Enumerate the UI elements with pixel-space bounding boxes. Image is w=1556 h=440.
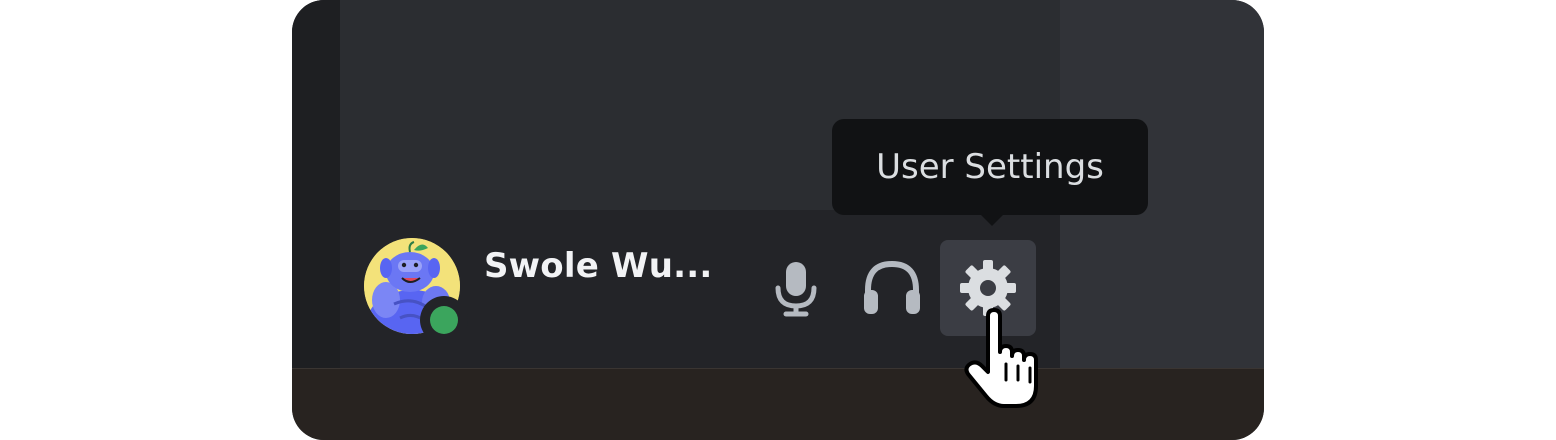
server-rail xyxy=(292,0,340,368)
tooltip-text: User Settings xyxy=(876,147,1104,187)
hand-pointer-cursor-icon xyxy=(960,308,1044,412)
mute-button[interactable] xyxy=(748,240,844,336)
deafen-button[interactable] xyxy=(844,240,940,336)
app-window: Swole Wu... User Settings xyxy=(292,0,1264,440)
online-status-icon xyxy=(430,306,458,334)
username[interactable]: Swole Wu... xyxy=(484,246,712,286)
headphones-icon xyxy=(864,260,920,314)
microphone-icon xyxy=(775,262,817,317)
settings-tooltip: User Settings xyxy=(832,119,1148,215)
tooltip-arrow xyxy=(980,214,1004,226)
bottom-strip xyxy=(292,368,1264,440)
